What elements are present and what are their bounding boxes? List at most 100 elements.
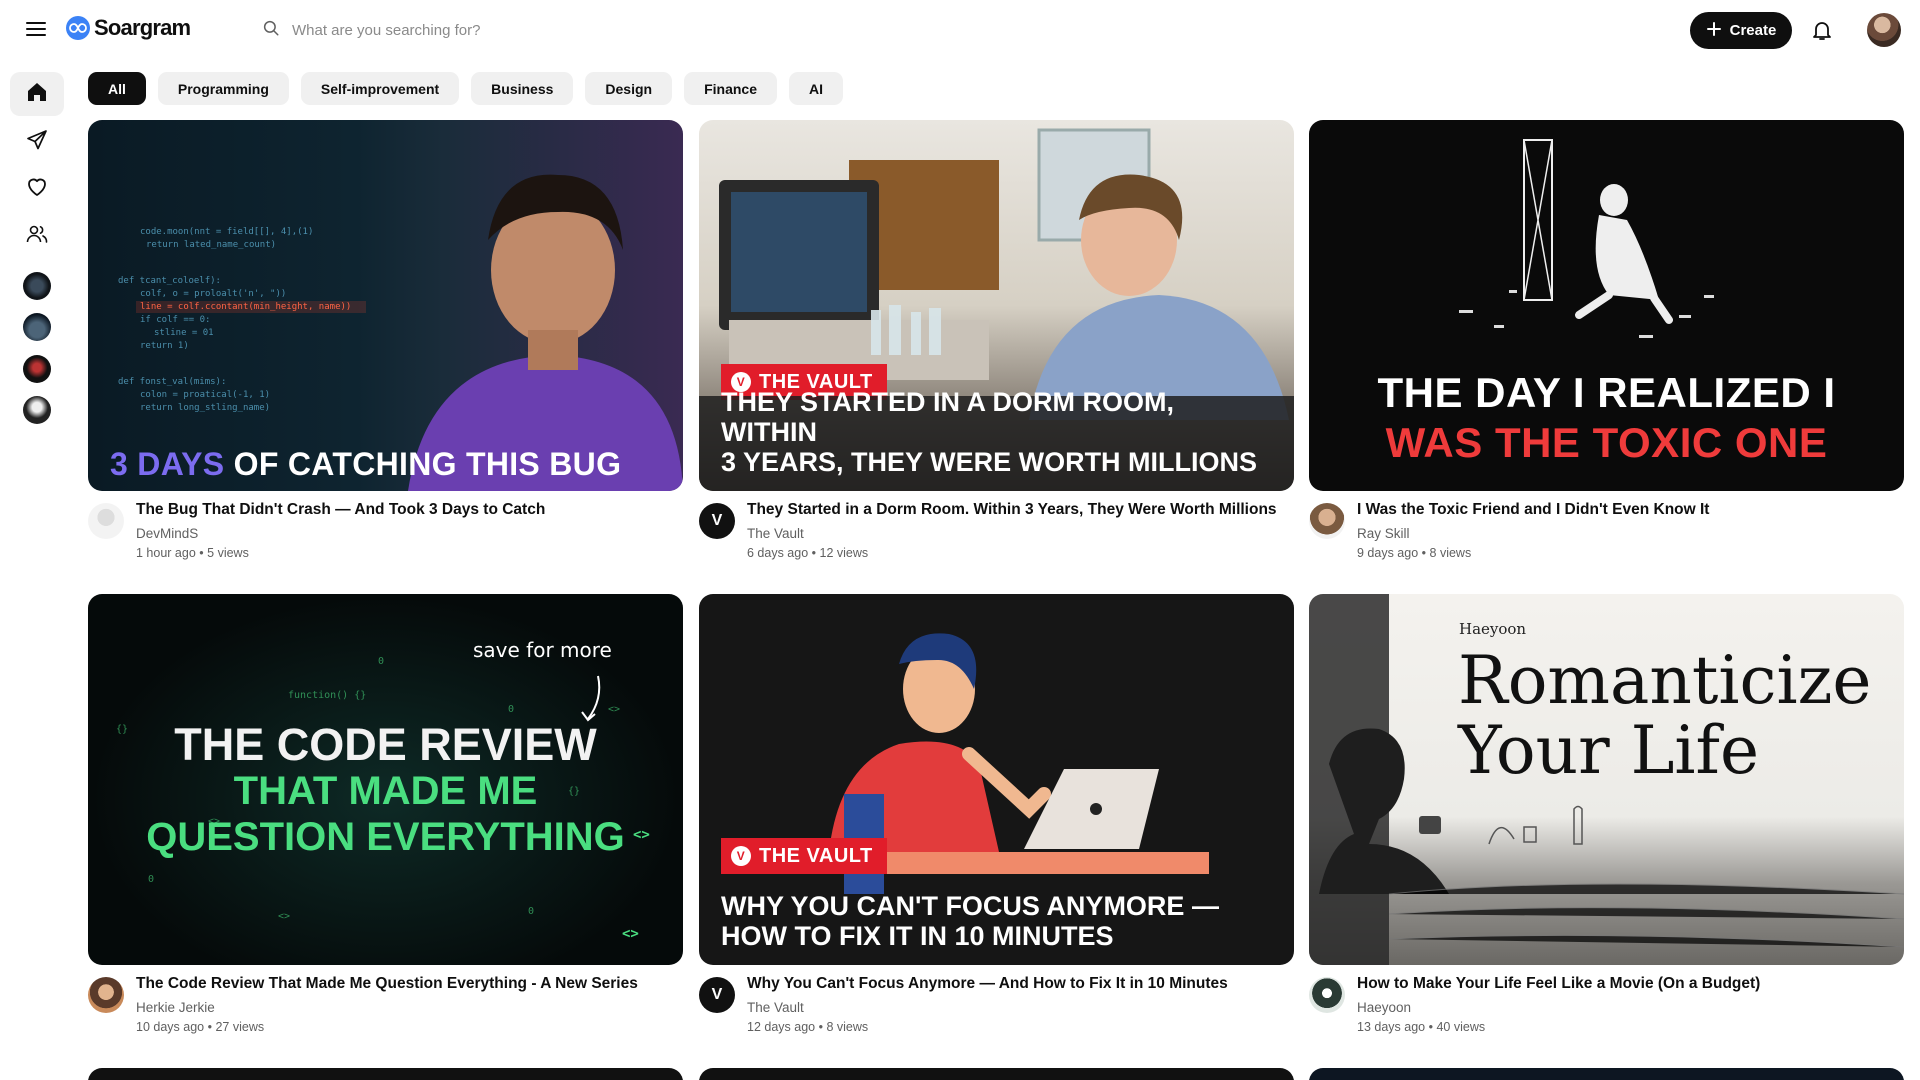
thumbnail-art: code.moon(nnt = field[[], 4],(1) return … (118, 174, 683, 491)
channel-badge: V THE VAULT (721, 838, 887, 874)
video-stats: 6 days ago • 12 views (747, 546, 869, 560)
video-card[interactable]: V THE VAULT WHY YOU CAN'T FOCUS ANYMORE … (699, 594, 1294, 1045)
svg-text:colon = proatical(-1, 1): colon = proatical(-1, 1) (140, 390, 270, 400)
thumbnail-caption: THEY STARTED IN A DORM ROOM, WITHIN 3 YE… (721, 387, 1258, 477)
video-meta: The Code Review That Made Me Question Ev… (88, 965, 683, 1045)
video-thumbnail[interactable]: V THE VAULT THEY STARTED IN A DORM ROOM,… (699, 120, 1294, 491)
thumbnail-caption: THE CODE REVIEW THAT MADE ME QUESTION EV… (146, 719, 625, 860)
heart-icon (25, 175, 49, 204)
channel-name[interactable]: Herkie Jerkie (136, 1000, 215, 1015)
video-meta: V Why You Can't Focus Anymore — And How … (699, 965, 1294, 1045)
video-title[interactable]: They Started in a Dorm Room. Within 3 Ye… (747, 501, 1277, 519)
user-avatar[interactable] (1867, 13, 1901, 47)
subscription-avatar[interactable] (23, 313, 51, 341)
video-meta: How to Make Your Life Feel Like a Movie … (1309, 965, 1904, 1045)
svg-text:colf, o = proloalt('n', ")): colf, o = proloalt('n', ")) (140, 289, 286, 299)
send-icon (25, 128, 49, 157)
sidebar-item-subscriptions[interactable] (10, 214, 64, 258)
thumbnail-caption: 3 DAYS OF CATCHING THIS BUG (110, 446, 622, 482)
channel-name[interactable]: The Vault (747, 526, 804, 541)
video-thumbnail[interactable]: function() {} {} 0 <> 0 {} 0 <> 0 <> <> … (88, 594, 683, 965)
video-thumbnail[interactable]: THE DAY I REALIZED I WAS THE TOXIC ONE (1309, 120, 1904, 491)
subscription-avatar[interactable] (23, 396, 51, 424)
create-button[interactable]: Create (1690, 12, 1792, 49)
video-title[interactable]: I Was the Toxic Friend and I Didn't Even… (1357, 501, 1709, 519)
video-card[interactable]: THE DAY I REALIZED I WAS THE TOXIC ONE I… (1309, 120, 1904, 571)
video-thumbnail-partial[interactable] (699, 1068, 1294, 1080)
logo-icon (66, 16, 90, 40)
svg-text:if colf == 0:: if colf == 0: (140, 315, 210, 325)
sidebar-item-liked[interactable] (10, 167, 64, 211)
sidebar-item-messages[interactable] (10, 120, 64, 164)
video-thumbnail[interactable]: V THE VAULT WHY YOU CAN'T FOCUS ANYMORE … (699, 594, 1294, 965)
video-card[interactable]: Haeyoon Romanticize Your Life How to Mak… (1309, 594, 1904, 1045)
video-stats: 9 days ago • 8 views (1357, 546, 1472, 560)
video-meta: V They Started in a Dorm Room. Within 3 … (699, 491, 1294, 571)
search-input[interactable] (292, 21, 752, 39)
channel-avatar[interactable] (88, 977, 124, 1013)
chip-finance[interactable]: Finance (684, 72, 777, 105)
video-thumbnail[interactable]: code.moon(nnt = field[[], 4],(1) return … (88, 120, 683, 491)
channel-avatar[interactable]: V (699, 977, 735, 1013)
svg-text:stline = 01: stline = 01 (154, 328, 214, 338)
svg-text:def fonst_val(mims):: def fonst_val(mims): (118, 377, 226, 387)
users-icon (25, 222, 49, 251)
bell-icon[interactable] (1810, 18, 1834, 42)
channel-name[interactable]: Haeyoon (1357, 1000, 1411, 1015)
svg-text:<>: <> (622, 926, 639, 942)
svg-text:return 1): return 1) (140, 341, 189, 351)
svg-text:<>: <> (608, 704, 620, 715)
sidebar-item-home[interactable] (10, 72, 64, 116)
video-meta: I Was the Toxic Friend and I Didn't Even… (1309, 491, 1904, 571)
svg-text:code.moon(nnt = field[[], 4],(: code.moon(nnt = field[[], 4],(1) (140, 227, 313, 237)
logo[interactable]: Soargram (66, 15, 191, 41)
channel-avatar[interactable] (88, 503, 124, 539)
svg-text:0: 0 (508, 704, 514, 715)
svg-text:<>: <> (278, 911, 290, 922)
subscription-avatar[interactable] (23, 355, 51, 383)
search-icon (262, 19, 280, 42)
channel-avatar[interactable]: V (699, 503, 735, 539)
video-card[interactable]: code.moon(nnt = field[[], 4],(1) return … (88, 120, 683, 571)
video-thumbnail-partial[interactable] (1309, 1068, 1904, 1080)
thumbnail-caption: WHY YOU CAN'T FOCUS ANYMORE — HOW TO FIX… (721, 891, 1219, 951)
video-card[interactable]: function() {} {} 0 <> 0 {} 0 <> 0 <> <> … (88, 594, 683, 1045)
video-title[interactable]: How to Make Your Life Feel Like a Movie … (1357, 975, 1760, 993)
thumbnail-caption: THE DAY I REALIZED I WAS THE TOXIC ONE (1377, 369, 1836, 466)
chip-business[interactable]: Business (471, 72, 574, 105)
video-card[interactable]: V THE VAULT THEY STARTED IN A DORM ROOM,… (699, 120, 1294, 571)
chip-ai[interactable]: AI (789, 72, 843, 105)
svg-text:function() {}: function() {} (288, 690, 366, 701)
video-stats: 12 days ago • 8 views (747, 1020, 869, 1034)
channel-avatar[interactable] (1309, 977, 1345, 1013)
menu-icon[interactable] (24, 17, 48, 41)
svg-text:0: 0 (528, 906, 534, 917)
video-title[interactable]: The Bug That Didn't Crash — And Took 3 D… (136, 501, 545, 519)
video-stats: 1 hour ago • 5 views (136, 546, 249, 560)
search-bar[interactable] (262, 18, 782, 42)
svg-text:return lated_name_count): return lated_name_count) (146, 240, 276, 250)
svg-text:return long_stling_name): return long_stling_name) (140, 403, 270, 413)
video-title[interactable]: Why You Can't Focus Anymore — And How to… (747, 975, 1228, 993)
channel-name[interactable]: The Vault (747, 1000, 804, 1015)
chip-self-improvement[interactable]: Self-improvement (300, 72, 460, 105)
video-title[interactable]: The Code Review That Made Me Question Ev… (136, 975, 638, 993)
category-chips: All Programming Self-improvement Busines… (88, 72, 843, 105)
thumbnail-caption: Romanticize Your Life (1458, 642, 1872, 789)
svg-text:0: 0 (378, 656, 384, 667)
video-meta: The Bug That Didn't Crash — And Took 3 D… (88, 491, 683, 571)
channel-name[interactable]: DevMindS (136, 526, 198, 541)
video-thumbnail-partial[interactable] (88, 1068, 683, 1080)
chip-design[interactable]: Design (585, 72, 673, 105)
app-name: Soargram (94, 15, 191, 40)
thumbnail-note: save for more (473, 638, 612, 662)
home-icon (25, 80, 49, 109)
chip-programming[interactable]: Programming (157, 72, 289, 105)
channel-name[interactable]: Ray Skill (1357, 526, 1410, 541)
svg-text:def tcant_coloelf):: def tcant_coloelf): (118, 276, 221, 286)
video-thumbnail[interactable]: Haeyoon Romanticize Your Life (1309, 594, 1904, 965)
svg-text:0: 0 (148, 874, 154, 885)
channel-avatar[interactable] (1309, 503, 1345, 539)
subscription-avatar[interactable] (23, 272, 51, 300)
chip-all[interactable]: All (88, 72, 146, 105)
